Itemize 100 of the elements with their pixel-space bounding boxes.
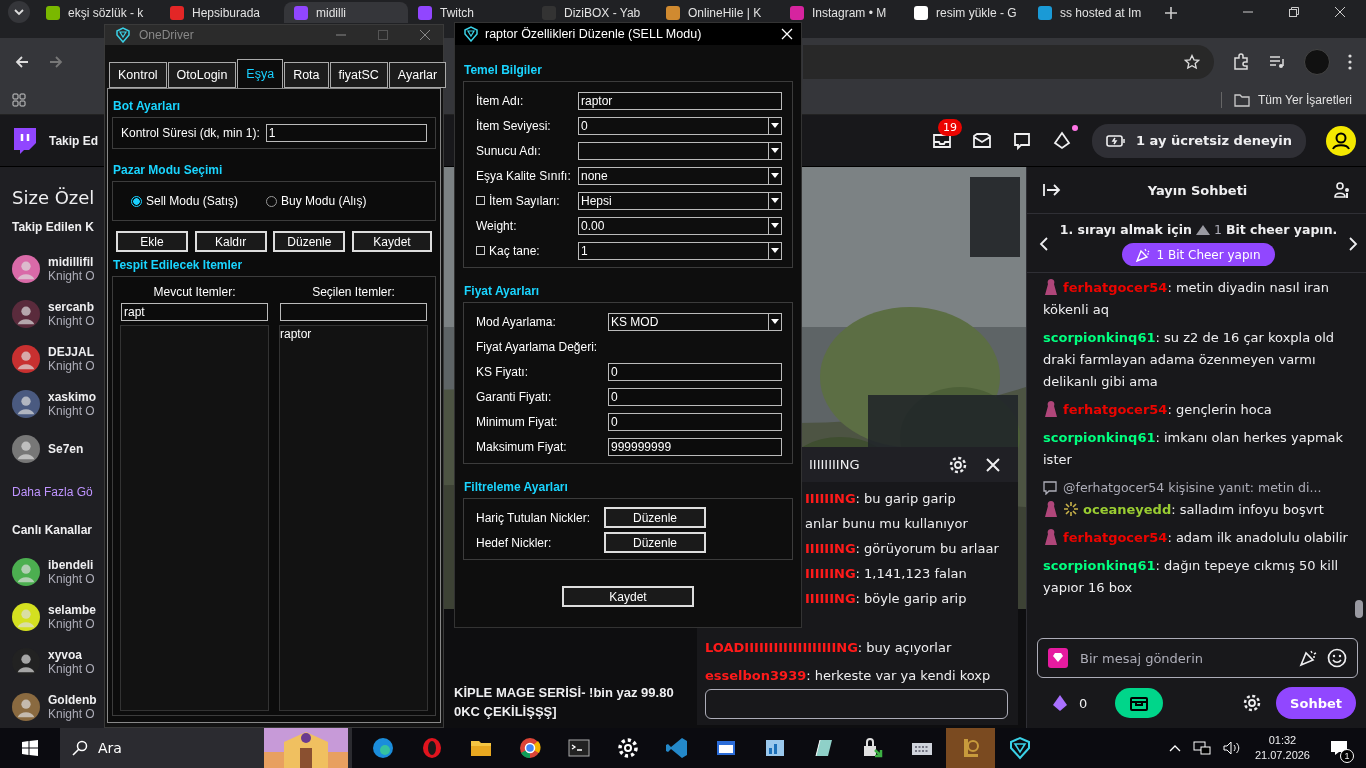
search-field[interactable]: Ara [60, 728, 352, 768]
input-field[interactable]: raptor [578, 91, 782, 110]
filter-field[interactable]: rapt [121, 303, 268, 321]
channel-item[interactable]: Se7en [12, 426, 84, 471]
dropdown[interactable]: 1 [578, 241, 782, 260]
browser-tab[interactable]: ekşi sözlük - k [36, 2, 160, 23]
envelope-icon[interactable] [972, 130, 992, 151]
action-button[interactable]: Ekle [116, 231, 188, 252]
tab[interactable]: OtoLogin [167, 62, 237, 88]
chevron-left-icon[interactable] [1039, 237, 1049, 251]
close-icon[interactable] [1334, 6, 1346, 18]
channel-item[interactable]: sercanb Knight O [12, 291, 95, 336]
channel-item[interactable]: selambe Knight O [12, 594, 97, 639]
dropdown[interactable] [578, 141, 782, 160]
radio-icon[interactable] [266, 195, 278, 207]
dropdown[interactable]: 0 [578, 116, 782, 135]
emoji-icon[interactable] [1327, 648, 1347, 668]
dropdown[interactable]: none [578, 166, 782, 185]
network-icon[interactable] [1192, 740, 1211, 756]
radio-option[interactable]: Sell Modu (Satış) [131, 194, 239, 208]
list-item[interactable]: raptor [280, 326, 427, 342]
caret-icon[interactable] [1168, 744, 1181, 752]
channel-item[interactable]: xyvoa Knight O [12, 639, 95, 684]
channel-item[interactable]: xaskimo Knight O [12, 381, 97, 426]
browser-tab[interactable]: ss hosted at Im [1028, 2, 1152, 23]
chevron-right-icon[interactable] [1348, 237, 1358, 251]
volume-icon[interactable] [1222, 740, 1241, 756]
gift-button[interactable] [1115, 688, 1164, 718]
browser-tab[interactable]: resim yükle - G [904, 2, 1028, 23]
edit-button[interactable]: Düzenle [604, 507, 706, 528]
party-icon[interactable] [1299, 649, 1317, 667]
action-button[interactable]: Düzenle [273, 231, 346, 252]
checkbox[interactable] [476, 196, 485, 205]
browser-tab[interactable]: Twitch [408, 2, 532, 23]
tab[interactable]: Ayarlar [388, 62, 447, 88]
field-label: Hariç Tutulan Nickler: [476, 510, 591, 525]
settings-icon[interactable] [948, 454, 968, 475]
input-field[interactable]: 0 [608, 362, 782, 381]
plus-icon[interactable] [1164, 6, 1178, 20]
start-icon[interactable] [22, 740, 38, 756]
clock[interactable]: 01:32 21.07.2026 [1254, 733, 1310, 763]
channel-item[interactable]: midillifil Knight O [12, 246, 95, 291]
chat-send-button[interactable]: Sohbet [1276, 687, 1356, 719]
chat-message: IIIIIING: görüyorum bu arlaar [805, 541, 999, 557]
field-label: Eşya Kalite Sınıfı: [476, 168, 571, 183]
item-list[interactable]: raptor [279, 325, 428, 711]
bits-icon[interactable] [1051, 694, 1069, 712]
tab[interactable]: Kontrol [109, 62, 167, 88]
settings-icon[interactable] [1242, 693, 1263, 713]
tab[interactable]: Eşya [237, 59, 284, 88]
chat-title: Yayın Sohbeti [1147, 182, 1248, 198]
action-button[interactable]: Kaldır [194, 231, 267, 252]
tab-search-button[interactable] [8, 1, 30, 23]
tab[interactable]: fiyatSC [329, 62, 388, 88]
filter-field[interactable] [280, 303, 427, 321]
following-link[interactable]: Takip Ed [49, 133, 99, 148]
free-trial-button[interactable]: 1 ay ücretsiz deneyin [1092, 123, 1306, 158]
dropdown[interactable]: Hepsi [578, 191, 782, 210]
browser-tab[interactable]: midilli [284, 2, 408, 23]
menu-icon[interactable] [1348, 54, 1352, 70]
input-field[interactable]: 999999999 [608, 437, 782, 456]
dropdown[interactable]: KS MOD [608, 312, 782, 331]
forward-icon[interactable] [48, 54, 64, 70]
browser-tab[interactable]: DiziBOX - Yab [532, 2, 656, 23]
checkbox[interactable] [476, 246, 485, 255]
chat-input[interactable]: Bir mesaj gönderin [1037, 638, 1358, 678]
radio-option[interactable]: Buy Modu (Alış) [266, 194, 367, 208]
overlay-chat-input[interactable] [705, 689, 1008, 719]
input-field[interactable]: 0 [608, 412, 782, 431]
channel-item[interactable]: DEJJAL Knight O [12, 336, 95, 381]
users-icon[interactable] [1334, 181, 1352, 199]
channel-item[interactable]: ibendeli Knight O [12, 549, 95, 594]
collapse-icon[interactable] [1043, 183, 1061, 197]
input-field[interactable]: 1 [265, 124, 427, 142]
restore-icon[interactable] [1288, 6, 1300, 18]
edit-button[interactable]: Düzenle [604, 532, 706, 553]
radio-icon[interactable] [131, 195, 142, 207]
star-icon[interactable] [1184, 54, 1200, 70]
browser-tab[interactable]: OnlineHile | K [656, 2, 780, 23]
apps-grid-icon[interactable] [12, 93, 26, 107]
browser-tab[interactable]: Instagram • M [780, 2, 904, 23]
scrollbar-thumb[interactable] [1355, 600, 1363, 618]
save-button[interactable]: Kaydet [562, 586, 694, 607]
chat-bubble-icon[interactable] [1012, 130, 1032, 151]
playlist-icon[interactable] [1268, 53, 1286, 71]
puzzle-icon[interactable] [1232, 53, 1250, 71]
message-field[interactable]: Bir mesaj gönderin [1078, 649, 1289, 667]
channel-item[interactable]: Goldenb Knight O [12, 684, 97, 728]
back-icon[interactable] [14, 54, 30, 70]
show-more-link[interactable]: Daha Fazla Gö [12, 485, 93, 499]
tab[interactable]: Rota [284, 62, 329, 88]
dropdown[interactable]: 0.00 [578, 216, 782, 235]
cheer-button[interactable]: 1 Bit Cheer yapın [1122, 243, 1275, 266]
action-button[interactable]: Kaydet [351, 231, 432, 252]
glitch-logo-icon[interactable] [11, 126, 37, 155]
user-avatar-icon[interactable] [1326, 125, 1356, 156]
input-field[interactable]: 0 [608, 387, 782, 406]
all-bookmarks-button[interactable]: Tüm Yer İşaretleri [1231, 93, 1354, 107]
browser-tab[interactable]: Hepsiburada [160, 2, 284, 23]
diamond-icon[interactable] [1052, 130, 1072, 151]
